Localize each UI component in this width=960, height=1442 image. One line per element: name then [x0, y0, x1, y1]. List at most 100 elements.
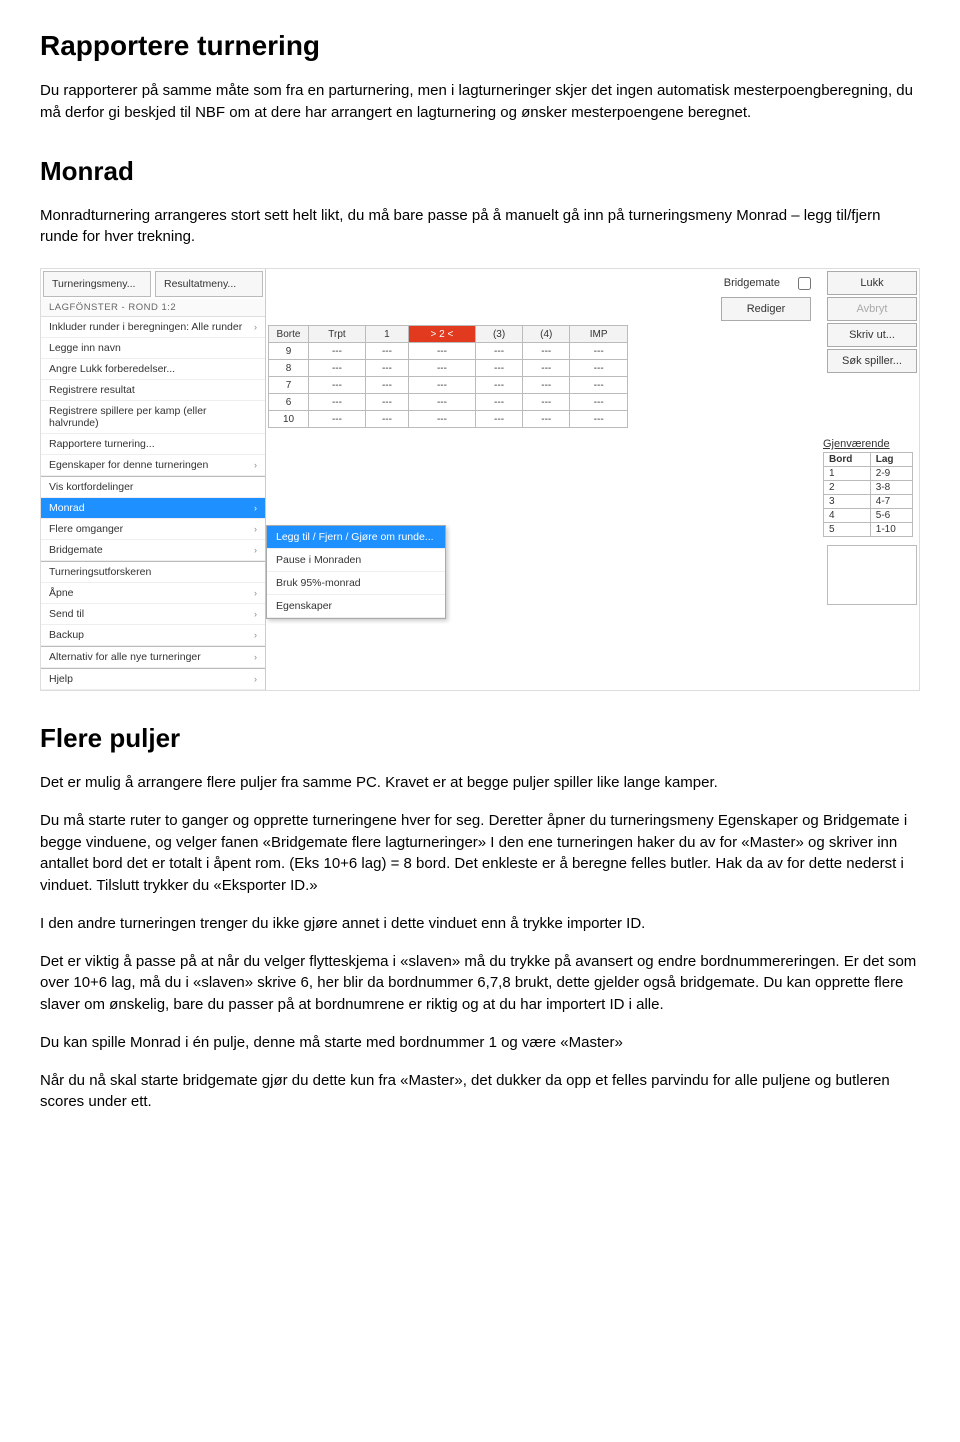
menu-inkluder[interactable]: Inkluder runder i beregningen: Alle rund… — [41, 317, 265, 338]
menu-item-label: Send til — [49, 608, 84, 620]
lukk-button[interactable]: Lukk — [827, 271, 917, 295]
menu-item-label: Legge inn navn — [49, 342, 121, 354]
menu-list: Inkluder runder i beregningen: Alle rund… — [41, 317, 265, 690]
table-row[interactable]: 9------------------ — [269, 343, 628, 360]
empty-box — [827, 545, 917, 605]
td: 10 — [269, 411, 309, 428]
td: --- — [523, 377, 570, 394]
td: --- — [475, 394, 522, 411]
menu-item[interactable]: Hjelp› — [41, 668, 265, 690]
td: 1-10 — [870, 523, 912, 537]
td: --- — [475, 360, 522, 377]
td: --- — [570, 343, 628, 360]
menu-item[interactable]: Flere omganger › — [41, 519, 265, 540]
td: --- — [309, 343, 366, 360]
td: --- — [365, 411, 408, 428]
submenu-item[interactable]: Bruk 95%-monrad — [267, 572, 445, 595]
chevron-right-icon: › — [254, 652, 257, 662]
td: --- — [570, 394, 628, 411]
table-row: 23-8 — [824, 481, 913, 495]
menu-item[interactable]: Egenskaper for denne turneringen› — [41, 455, 265, 476]
td: --- — [309, 377, 366, 394]
th: Bord — [824, 453, 871, 467]
table-row[interactable]: 8------------------ — [269, 360, 628, 377]
td: 4-7 — [870, 495, 912, 509]
menu-item[interactable]: Registrere resultat — [41, 380, 265, 401]
menu-item-monrad[interactable]: Monrad› — [41, 498, 265, 519]
table-row: 45-6 — [824, 509, 913, 523]
td: 9 — [269, 343, 309, 360]
menu-item-label: Egenskaper for denne turneringen — [49, 459, 208, 471]
bridgemate-label: Bridgemate — [714, 271, 790, 295]
para-flere-2: Du må starte ruter to ganger og opprette… — [40, 810, 920, 897]
table-row[interactable]: 10------------------ — [269, 411, 628, 428]
th: (4) — [523, 326, 570, 343]
menu-item-label: Bridgemate — [49, 544, 103, 556]
table-row[interactable]: 6------------------ — [269, 394, 628, 411]
td: --- — [408, 394, 475, 411]
th: 1 — [365, 326, 408, 343]
turneringsmeny-button[interactable]: Turneringsmeny... — [43, 271, 151, 297]
td: 4 — [824, 509, 871, 523]
th: IMP — [570, 326, 628, 343]
td: 2 — [824, 481, 871, 495]
th: Borte — [269, 326, 309, 343]
menu-item[interactable]: Angre Lukk forberedelser... — [41, 359, 265, 380]
submenu-item[interactable]: Egenskaper — [267, 595, 445, 618]
menu-item[interactable]: Legge inn navn — [41, 338, 265, 359]
window-title: LAGFÖNSTER - ROND 1:2 — [41, 299, 265, 317]
skriv-ut-button[interactable]: Skriv ut... — [827, 323, 917, 347]
menu-item-label: Angre Lukk forberedelser... — [49, 363, 175, 375]
td: --- — [523, 394, 570, 411]
bridgemate-checkbox[interactable] — [798, 277, 811, 290]
resultatmeny-button[interactable]: Resultatmeny... — [155, 271, 263, 297]
menu-item-label: Åpne — [49, 587, 74, 599]
menu-item-label: Rapportere turnering... — [49, 438, 155, 450]
td: --- — [408, 360, 475, 377]
para-flere-3: I den andre turneringen trenger du ikke … — [40, 913, 920, 935]
menu-item[interactable]: Backup› — [41, 625, 265, 646]
para-flere-1: Det er mulig å arrangere flere puljer fr… — [40, 772, 920, 794]
th: Lag — [870, 453, 912, 467]
td: --- — [570, 360, 628, 377]
para-flere-4: Det er viktig å passe på at når du velge… — [40, 951, 920, 1016]
data-table: Borte Trpt 1 > 2 < (3) (4) IMP 9--------… — [268, 325, 628, 428]
sok-spiller-button[interactable]: Søk spiller... — [827, 349, 917, 373]
td: 1 — [824, 467, 871, 481]
heading-monrad: Monrad — [40, 156, 920, 187]
td: --- — [365, 377, 408, 394]
td: --- — [309, 411, 366, 428]
remaining-panel: Gjenværende Bord Lag 12-923-834-745-651-… — [823, 438, 917, 537]
rediger-button[interactable]: Rediger — [721, 297, 811, 321]
chevron-right-icon: › — [254, 503, 257, 513]
menu-item[interactable]: Turneringsutforskeren — [41, 561, 265, 583]
menu-item[interactable]: Registrere spillere per kamp (eller halv… — [41, 401, 265, 434]
menu-inkluder-label: Inkluder runder i beregningen: Alle rund… — [49, 321, 242, 333]
chevron-right-icon: › — [254, 524, 257, 534]
menu-column: Turneringsmeny... Resultatmeny... LAGFÖN… — [41, 269, 266, 690]
menu-item-label: Flere omganger — [49, 523, 123, 535]
table-row[interactable]: 7------------------ — [269, 377, 628, 394]
menu-item[interactable]: Vis kortfordelinger — [41, 476, 265, 498]
menu-item[interactable]: Send til› — [41, 604, 265, 625]
menu-item-label: Hjelp — [49, 673, 73, 685]
application-screenshot: Turneringsmeny... Resultatmeny... LAGFÖN… — [40, 268, 920, 691]
menu-item[interactable]: Bridgemate› — [41, 540, 265, 561]
td: 7 — [269, 377, 309, 394]
menu-item[interactable]: Rapportere turnering... — [41, 434, 265, 455]
table-row: 34-7 — [824, 495, 913, 509]
right-panel: Bridgemate Lukk Rediger Avbryt Borte Trp… — [266, 269, 919, 690]
td: --- — [523, 360, 570, 377]
td: 3-8 — [870, 481, 912, 495]
td: --- — [309, 394, 366, 411]
submenu-item-legg-til[interactable]: Legg til / Fjern / Gjøre om runde... — [267, 526, 445, 549]
menu-item[interactable]: Åpne› — [41, 583, 265, 604]
td: 6 — [269, 394, 309, 411]
submenu-item[interactable]: Pause i Monraden — [267, 549, 445, 572]
menu-item[interactable]: Alternativ for alle nye turneringer› — [41, 646, 265, 668]
menu-item-label: Turneringsutforskeren — [49, 566, 151, 578]
td: --- — [523, 343, 570, 360]
avbryt-button[interactable]: Avbryt — [827, 297, 917, 321]
th: Trpt — [309, 326, 366, 343]
td: --- — [475, 377, 522, 394]
